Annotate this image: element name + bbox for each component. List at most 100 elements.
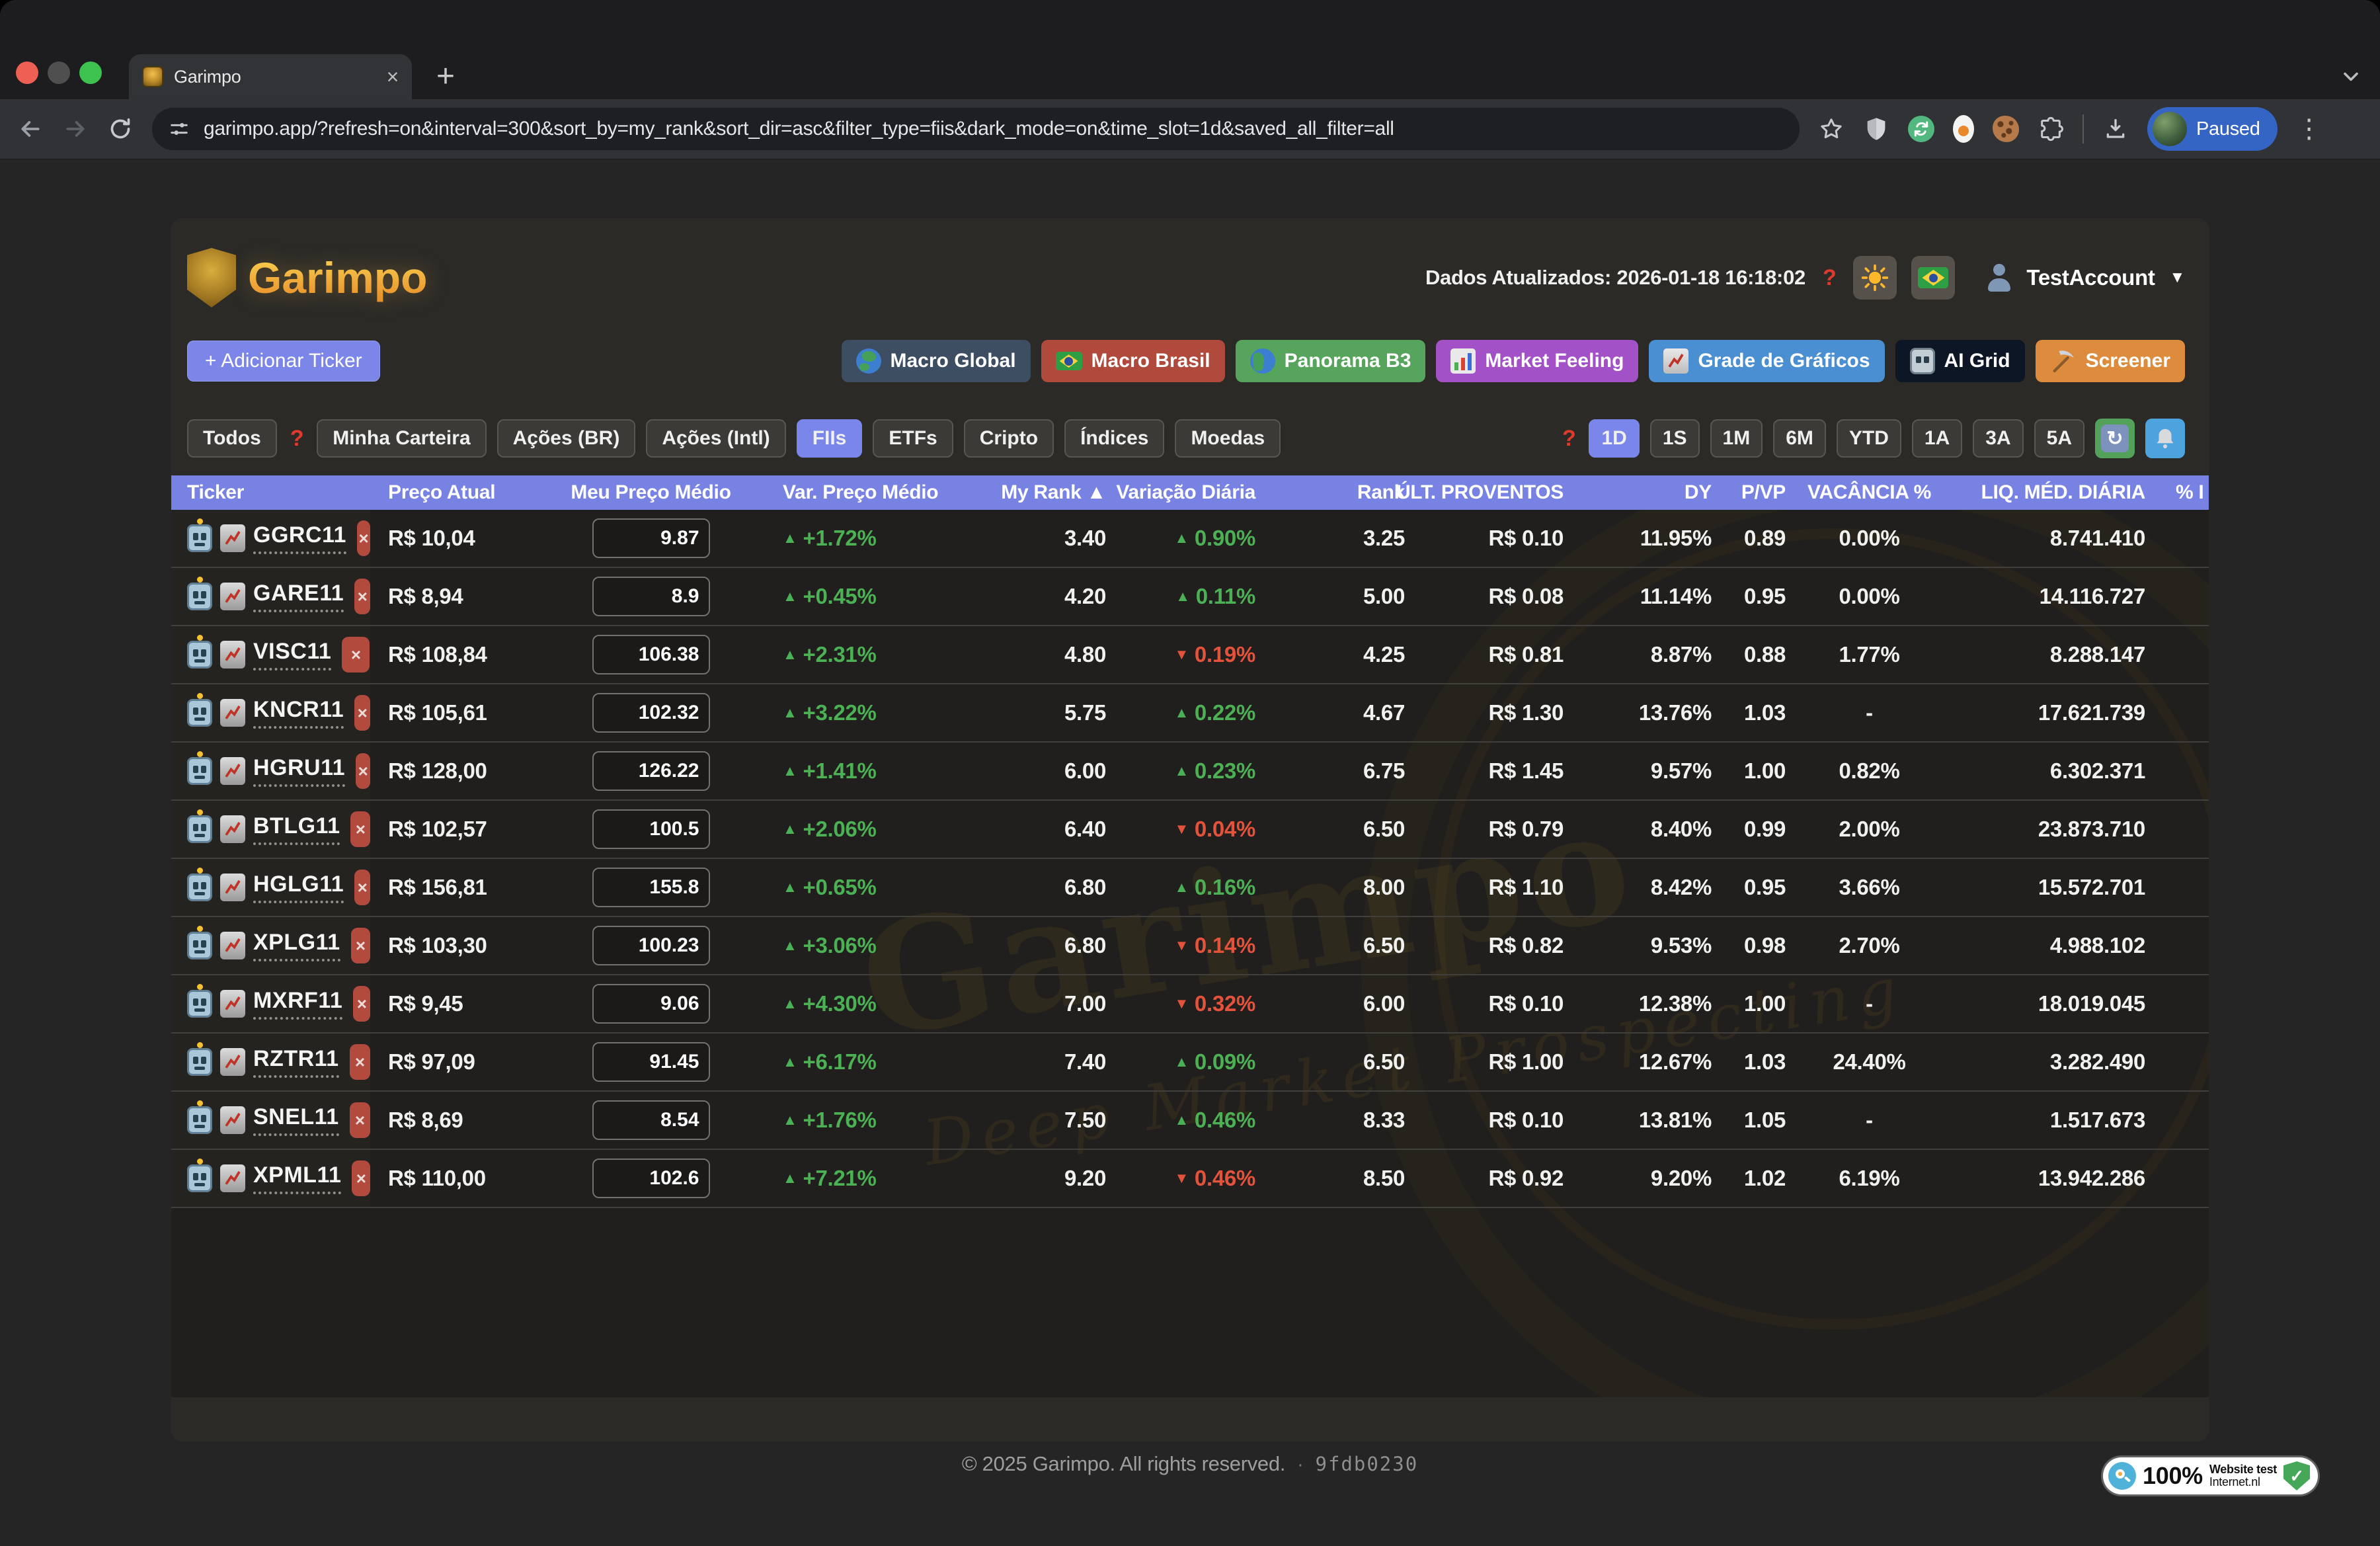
ticker-link[interactable]: GGRC11: [253, 522, 346, 554]
refresh-button[interactable]: ↻: [2095, 419, 2135, 458]
column-header-meu-pre-o-m-dio[interactable]: Meu Preço Médio: [582, 475, 719, 510]
avg-price-input[interactable]: [592, 984, 710, 1024]
nav-button-macro-global[interactable]: Macro Global: [842, 340, 1031, 382]
remove-ticker-button[interactable]: ×: [350, 1102, 370, 1138]
bookmark-star-icon[interactable]: [1818, 116, 1844, 142]
new-tab-button[interactable]: +: [436, 58, 455, 95]
remove-ticker-button[interactable]: ×: [353, 986, 370, 1022]
column-header-rank[interactable]: Rank: [1278, 475, 1410, 510]
remove-ticker-button[interactable]: ×: [350, 1044, 370, 1080]
column-header-i[interactable]: % I: [2149, 475, 2209, 510]
nav-button-panorama-b3[interactable]: Panorama B3: [1236, 340, 1426, 382]
avg-price-input[interactable]: [592, 518, 710, 558]
egg-extension-icon[interactable]: [1953, 115, 1974, 143]
account-name[interactable]: TestAccount: [2026, 265, 2155, 290]
chart-icon[interactable]: [220, 757, 245, 785]
remove-ticker-button[interactable]: ×: [352, 1160, 370, 1196]
remove-ticker-button[interactable]: ×: [357, 520, 370, 556]
ticker-link[interactable]: KNCR11: [253, 697, 344, 729]
zoom-window-button[interactable]: [79, 61, 102, 84]
ticker-link[interactable]: MXRF11: [253, 988, 342, 1020]
filter-tab-cripto[interactable]: Cripto: [964, 419, 1054, 458]
avg-price-input[interactable]: [592, 1042, 710, 1082]
filter-tab-todos[interactable]: Todos: [187, 419, 277, 458]
time-tab-1d[interactable]: 1D: [1589, 419, 1639, 458]
time-tab-3a[interactable]: 3A: [1973, 419, 2023, 458]
avg-price-input[interactable]: [592, 809, 710, 849]
profile-paused-pill[interactable]: Paused: [2147, 107, 2278, 151]
language-flag-button[interactable]: [1911, 256, 1955, 300]
chart-icon[interactable]: [220, 641, 245, 669]
filter-tab-fiis[interactable]: FIIs: [797, 419, 863, 458]
back-icon[interactable]: [17, 116, 44, 142]
time-tab-5a[interactable]: 5A: [2034, 419, 2084, 458]
column-header-var-pre-o-m-dio[interactable]: Var. Preço Médio: [719, 475, 939, 510]
time-tab-1a[interactable]: 1A: [1912, 419, 1962, 458]
ticker-link[interactable]: HGLG11: [253, 872, 344, 903]
chart-icon[interactable]: [220, 1106, 245, 1134]
column-header-pre-o-atual[interactable]: Preço Atual: [370, 475, 582, 510]
chart-icon[interactable]: [220, 583, 245, 610]
remove-ticker-button[interactable]: ×: [356, 753, 370, 789]
avg-price-input[interactable]: [592, 868, 710, 907]
chart-icon[interactable]: [220, 815, 245, 843]
ticker-link[interactable]: GARE11: [253, 581, 344, 612]
download-icon[interactable]: [2102, 116, 2129, 142]
time-tab-6m[interactable]: 6M: [1773, 419, 1826, 458]
time-help-icon[interactable]: ?: [1560, 426, 1578, 452]
sync-extension-icon[interactable]: [1908, 116, 1934, 142]
avg-price-input[interactable]: [592, 751, 710, 791]
remove-ticker-button[interactable]: ×: [354, 695, 370, 731]
avg-price-input[interactable]: [592, 1159, 710, 1198]
column-header-liq-m-d-di-ria[interactable]: LIQ. MÉD. DIÁRIA: [1949, 475, 2149, 510]
nav-button-ai-grid[interactable]: AI Grid: [1895, 340, 2025, 382]
shield-extension-icon[interactable]: [1863, 116, 1889, 142]
filter-tab-minha-carteira[interactable]: Minha Carteira: [317, 419, 486, 458]
browser-tab-garimpo[interactable]: Garimpo ×: [129, 54, 412, 99]
filters-help-icon[interactable]: ?: [288, 426, 306, 452]
ticker-link[interactable]: SNEL11: [253, 1104, 339, 1136]
tab-close-icon[interactable]: ×: [387, 66, 399, 87]
column-header-p-vp[interactable]: P/VP: [1718, 475, 1790, 510]
ticker-link[interactable]: RZTR11: [253, 1046, 339, 1078]
url-text[interactable]: garimpo.app/?refresh=on&interval=300&sor…: [204, 118, 1394, 140]
nav-button-grade-de-gr-ficos[interactable]: Grade de Gráficos: [1649, 340, 1884, 382]
close-window-button[interactable]: [16, 61, 38, 84]
chart-icon[interactable]: [220, 699, 245, 727]
chart-icon[interactable]: [220, 932, 245, 959]
cookie-extension-icon[interactable]: [1993, 116, 2019, 142]
time-tab-ytd[interactable]: YTD: [1837, 419, 1901, 458]
column-header-varia-o-di-ria[interactable]: Variação Diária: [1122, 475, 1278, 510]
account-caret-icon[interactable]: ▼: [2170, 268, 2185, 287]
chart-icon[interactable]: [220, 524, 245, 552]
add-ticker-button[interactable]: + Adicionar Ticker: [187, 341, 380, 382]
chart-icon[interactable]: [220, 990, 245, 1018]
chart-icon[interactable]: [220, 874, 245, 901]
ticker-link[interactable]: HGRU11: [253, 755, 345, 787]
reload-icon[interactable]: [107, 116, 134, 142]
url-bar[interactable]: garimpo.app/?refresh=on&interval=300&sor…: [152, 108, 1800, 150]
avg-price-input[interactable]: [592, 926, 710, 965]
nav-button-market-feeling[interactable]: Market Feeling: [1436, 340, 1638, 382]
remove-ticker-button[interactable]: ×: [354, 870, 370, 905]
ticker-link[interactable]: VISC11: [253, 639, 331, 671]
column-header-dy[interactable]: DY: [1573, 475, 1718, 510]
theme-toggle-button[interactable]: [1853, 256, 1897, 300]
column-header-ticker[interactable]: Ticker: [171, 475, 370, 510]
avg-price-input[interactable]: [592, 1100, 710, 1140]
extensions-puzzle-icon[interactable]: [2038, 116, 2064, 142]
avg-price-input[interactable]: [592, 693, 710, 733]
time-tab-1s[interactable]: 1S: [1650, 419, 1700, 458]
nav-button-screener[interactable]: Screener: [2036, 340, 2185, 382]
filter-tab-moedas[interactable]: Moedas: [1175, 419, 1281, 458]
column-header-vac-ncia[interactable]: VACÂNCIA %: [1790, 475, 1949, 510]
chart-icon[interactable]: [220, 1048, 245, 1076]
filter-tab-a-es-br[interactable]: Ações (BR): [497, 419, 636, 458]
updated-help-icon[interactable]: ?: [1820, 265, 1839, 291]
filter-tab-a-es-intl[interactable]: Ações (Intl): [646, 419, 785, 458]
remove-ticker-button[interactable]: ×: [350, 811, 370, 847]
filter-tab-ndices[interactable]: Índices: [1064, 419, 1164, 458]
ticker-link[interactable]: BTLG11: [253, 813, 340, 845]
remove-ticker-button[interactable]: ×: [354, 579, 370, 614]
time-tab-1m[interactable]: 1M: [1710, 419, 1763, 458]
